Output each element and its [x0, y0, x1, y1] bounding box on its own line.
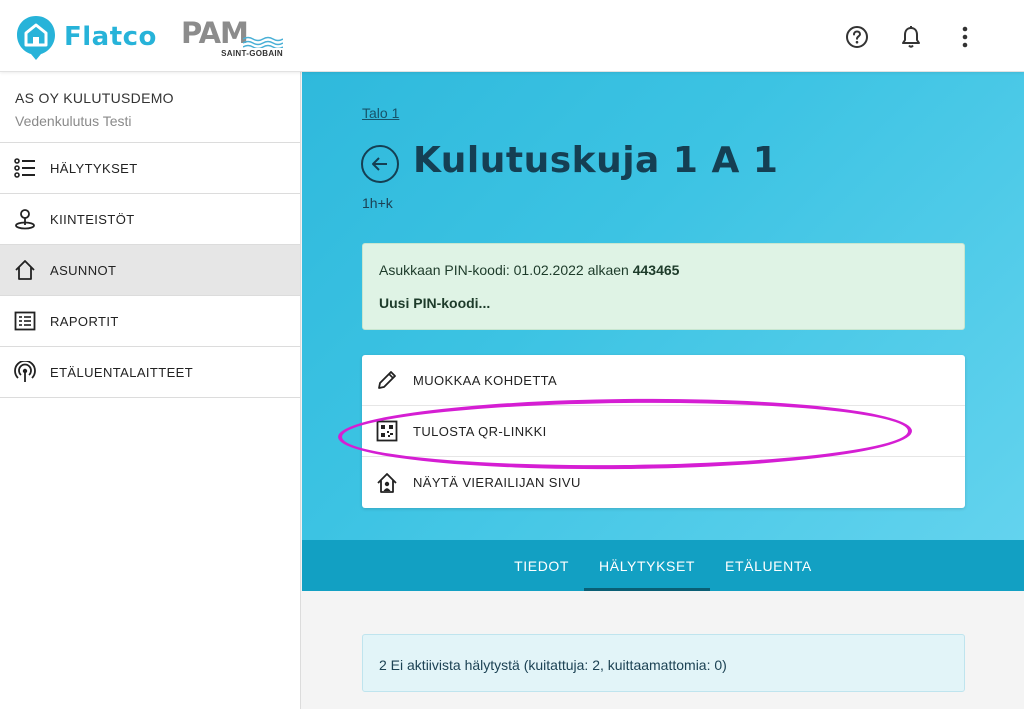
antenna-icon [14, 361, 36, 383]
notifications-button[interactable] [898, 24, 924, 50]
pin-code-value: 443465 [632, 262, 680, 278]
tab-tiedot[interactable]: TIEDOT [499, 540, 584, 591]
saint-gobain-label: SAINT-GOBAIN [221, 49, 283, 58]
flatco-logo-icon [17, 16, 55, 60]
apartment-hero: Talo 1 Kulutuskuja 1 A 1 1h+k Asukkaan P… [302, 72, 1024, 540]
house-person-icon [376, 472, 398, 494]
org-name: AS OY KULUTUSDEMO [15, 90, 174, 106]
back-button[interactable] [361, 145, 399, 183]
pin-label: Asukkaan PIN-koodi: 01.02.2022 alkaen [379, 262, 633, 278]
tab-content: 2 Ei aktiivista hälytystä (kuitattuja: 2… [302, 591, 1024, 709]
pam-wave-icon [243, 36, 283, 48]
actions-menu: MUOKKAA KOHDETTA TULOSTA QR-LINKKI NÄYTÄ… [362, 355, 965, 508]
help-button[interactable] [844, 24, 870, 50]
home-icon [14, 259, 36, 281]
report-icon [14, 310, 36, 332]
help-icon [846, 26, 868, 48]
sidebar-item-label: HÄLYTYKSET [50, 160, 138, 176]
more-menu-button[interactable] [952, 24, 978, 50]
show-visitor-page-button[interactable]: NÄYTÄ VIERAILIJAN SIVU [362, 457, 965, 508]
action-label: TULOSTA QR-LINKKI [413, 423, 547, 439]
edit-property-button[interactable]: MUOKKAA KOHDETTA [362, 355, 965, 406]
organization-header: AS OY KULUTUSDEMO Vedenkulutus Testi [0, 72, 300, 143]
bell-icon [902, 26, 920, 48]
sidebar-item-raportit[interactable]: RAPORTIT [0, 296, 300, 347]
brand-name: Flatco [64, 22, 157, 52]
tab-halytykset[interactable]: HÄLYTYKSET [584, 540, 711, 591]
page-title: Kulutuskuja 1 A 1 [413, 140, 779, 181]
arrow-left-icon [372, 157, 387, 171]
sidebar-item-label: RAPORTIT [50, 313, 119, 329]
print-qr-link-button[interactable]: TULOSTA QR-LINKKI [362, 406, 965, 457]
sidebar-item-label: ASUNNOT [50, 262, 117, 278]
org-subtitle: Vedenkulutus Testi [15, 113, 132, 129]
sidebar-item-asunnot[interactable]: ASUNNOT [0, 245, 300, 296]
sidebar-item-label: KIINTEISTÖT [50, 211, 135, 227]
pin-code-panel: Asukkaan PIN-koodi: 01.02.2022 alkaen 44… [362, 243, 965, 330]
qr-code-icon [376, 420, 398, 442]
tab-etaluenta[interactable]: ETÄLUENTA [710, 540, 827, 591]
pam-logo: PAM SAINT-GOBAIN [181, 16, 285, 60]
pam-logo-text: PAM [181, 16, 249, 50]
list-icon [14, 157, 36, 179]
flatco-logo[interactable]: Flatco [16, 14, 157, 60]
sidebar: AS OY KULUTUSDEMO Vedenkulutus Testi HÄL… [0, 72, 301, 709]
main-content: Talo 1 Kulutuskuja 1 A 1 1h+k Asukkaan P… [302, 72, 1024, 709]
alerts-info-box: 2 Ei aktiivista hälytystä (kuitattuja: 2… [362, 634, 965, 692]
action-label: NÄYTÄ VIERAILIJAN SIVU [413, 475, 581, 490]
pin-line: Asukkaan PIN-koodi: 01.02.2022 alkaen 44… [379, 262, 964, 278]
sidebar-item-halytykset[interactable]: HÄLYTYKSET [0, 143, 300, 194]
top-header: Flatco PAM SAINT-GOBAIN [0, 0, 1024, 72]
more-vert-icon [962, 26, 968, 48]
sidebar-item-kiinteistot[interactable]: KIINTEISTÖT [0, 194, 300, 245]
breadcrumb-talo[interactable]: Talo 1 [362, 105, 399, 121]
action-label: MUOKKAA KOHDETTA [413, 372, 558, 388]
tabs-bar: TIEDOT HÄLYTYKSET ETÄLUENTA [302, 540, 1024, 591]
new-pin-link[interactable]: Uusi PIN-koodi... [379, 295, 964, 311]
map-pin-icon [14, 208, 36, 230]
sidebar-item-label: ETÄLUENTALAITTEET [50, 364, 194, 380]
pencil-icon [376, 369, 398, 391]
apartment-type: 1h+k [362, 195, 393, 211]
sidebar-item-etaluentalaitteet[interactable]: ETÄLUENTALAITTEET [0, 347, 300, 398]
